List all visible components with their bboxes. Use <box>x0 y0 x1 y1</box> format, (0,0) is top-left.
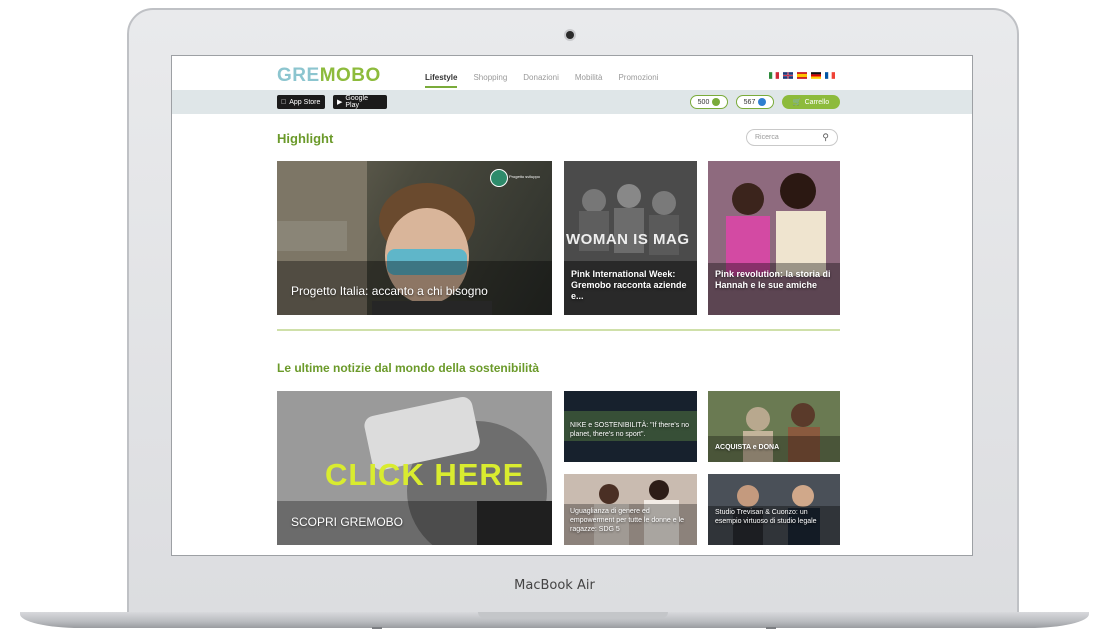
laptop-hinge-notch <box>478 612 668 618</box>
flag-de-icon[interactable] <box>811 72 821 79</box>
search-input[interactable]: Ricerca ⚲ <box>746 129 838 146</box>
card-caption: Studio Trevisan & Cuonzo: un esempio vir… <box>715 509 817 525</box>
search-placeholder: Ricerca <box>755 134 779 141</box>
card-caption: Pink International Week: Gremobo raccont… <box>571 269 687 301</box>
tab-mobilita[interactable]: Mobilità <box>575 73 603 88</box>
points-value: 500 <box>697 98 710 106</box>
gremobo-logo[interactable]: GREMOBO <box>277 65 381 87</box>
card-caption: Pink revolution: la storia di Hannah e l… <box>715 269 831 290</box>
news-title: Le ultime notizie dal mondo della sosten… <box>277 361 540 375</box>
coins-counter[interactable]: 567 <box>736 95 774 109</box>
news-card-scopri-gremobo[interactable]: CLICK HERE SCOPRI GREMOBO <box>277 391 552 545</box>
flag-es-icon[interactable] <box>797 72 807 79</box>
toolbar: App Store ▶Google Play 500 567 🛒Carrell… <box>172 90 972 114</box>
play-icon: ▶ <box>337 99 343 106</box>
app-store-button[interactable]: App Store <box>277 95 325 109</box>
cart-button[interactable]: 🛒 Carrello <box>782 95 840 109</box>
tab-lifestyle[interactable]: Lifestyle <box>425 73 458 88</box>
top-navigation: GREMOBO Lifestyle Shopping Donazioni Mob… <box>172 56 972 90</box>
cart-icon: 🛒 <box>792 99 802 106</box>
click-here-overlay: CLICK HERE <box>325 457 525 492</box>
search-icon: ⚲ <box>822 132 829 142</box>
coins-value: 567 <box>743 98 756 106</box>
laptop-foot <box>766 627 776 629</box>
highlight-card-pink-revolution[interactable]: Pink revolution: la storia di Hannah e l… <box>708 161 840 315</box>
highlight-card-progetto-italia[interactable]: Progetto sviluppo Progetto Italia: accan… <box>277 161 552 315</box>
news-card-acquista-dona[interactable]: ACQUISTA e DONA <box>708 391 840 462</box>
two-women-image <box>708 161 840 315</box>
card-caption: Progetto Italia: accanto a chi bisogno <box>291 284 488 298</box>
app-store-label: App Store <box>284 98 320 106</box>
news-card-sdg5[interactable]: Uguaglianza di genere ed empowerment per… <box>564 474 697 545</box>
language-flags <box>769 72 835 79</box>
section-divider <box>277 329 840 331</box>
card-overlay-text: WOMAN IS MAG <box>566 231 690 248</box>
grandmother-and-woman-image <box>708 391 840 462</box>
partner-tag: Progetto sviluppo <box>509 174 540 179</box>
card-caption: NIKE e SOSTENIBILITÀ: "If there's no pla… <box>570 422 689 438</box>
highlight-title: Highlight <box>277 131 334 146</box>
points-counter[interactable]: 500 <box>690 95 728 109</box>
cart-label: Carrello <box>804 98 830 106</box>
news-card-studio-legale[interactable]: Studio Trevisan & Cuonzo: un esempio vir… <box>708 474 840 545</box>
google-play-button[interactable]: ▶ Google Play <box>333 95 387 109</box>
tab-promozioni[interactable]: Promozioni <box>618 73 658 88</box>
laptop-foot <box>372 627 382 629</box>
card-caption: ACQUISTA e DONA <box>715 444 780 451</box>
card-caption: SCOPRI GREMOBO <box>291 515 404 529</box>
partner-badge-icon <box>490 169 508 187</box>
points-icon <box>712 98 721 106</box>
tab-shopping[interactable]: Shopping <box>473 73 507 88</box>
apple-icon:  <box>281 99 286 106</box>
coins-icon <box>758 98 767 106</box>
highlight-card-pink-week[interactable]: WOMAN IS MAG Pink International Week: Gr… <box>564 161 697 315</box>
logo-part-2: MOBO <box>319 65 381 86</box>
flag-gb-icon[interactable] <box>783 72 793 79</box>
news-card-nike[interactable]: NIKE e SOSTENIBILITÀ: "If there's no pla… <box>564 391 697 462</box>
flag-fr-icon[interactable] <box>825 72 835 79</box>
webcam <box>566 31 574 39</box>
logo-part-1: GRE <box>277 65 320 86</box>
flag-it-icon[interactable] <box>769 72 779 79</box>
laptop-screen: GREMOBO Lifestyle Shopping Donazioni Mob… <box>171 55 973 556</box>
device-model-label: MacBook Air <box>514 578 595 593</box>
tab-donazioni[interactable]: Donazioni <box>523 73 559 88</box>
card-caption: Uguaglianza di genere ed empowerment per… <box>570 508 685 533</box>
google-play-label: Google Play <box>345 95 368 109</box>
main-tabs: Lifestyle Shopping Donazioni Mobilità Pr… <box>425 73 658 88</box>
